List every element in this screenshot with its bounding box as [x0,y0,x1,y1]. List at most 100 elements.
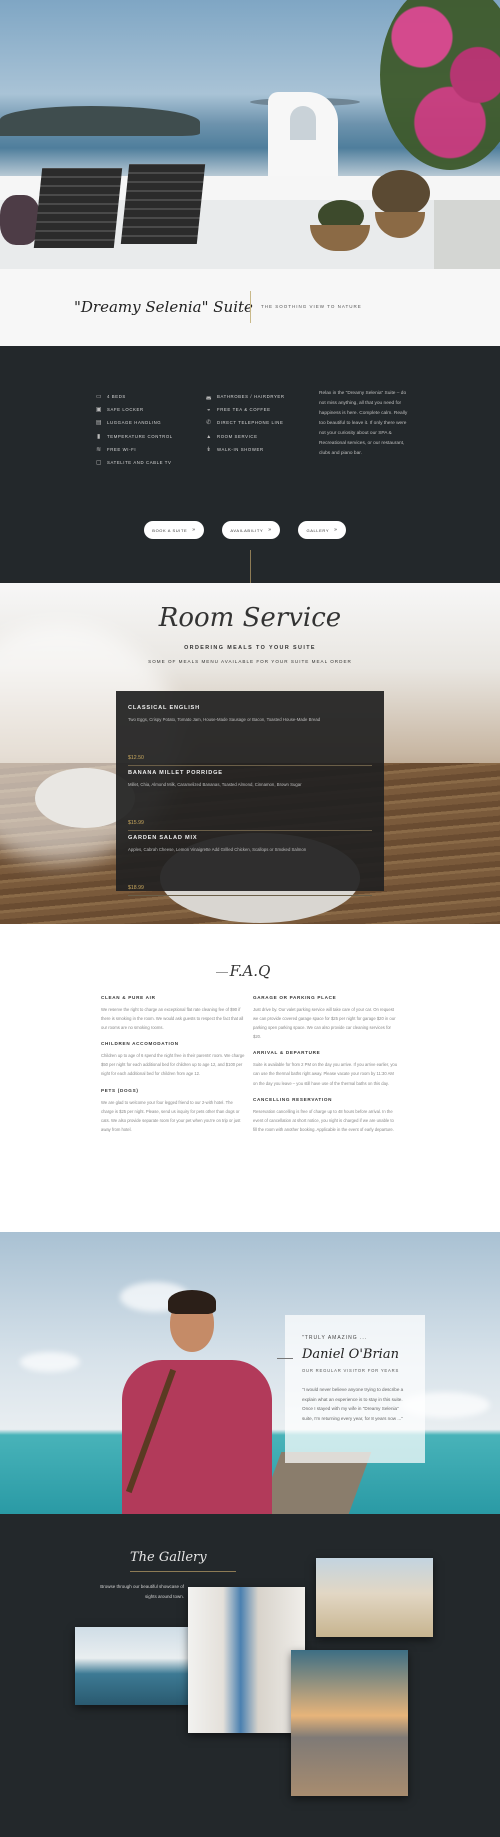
menu-item-price: $18.99 [128,885,144,891]
menu-item: CLASSICAL ENGLISH Two Eggs, Crispy Potat… [128,705,372,766]
testimonial-section: "TRULY AMAZING ... Daniel O'Brian OUR RE… [0,1232,500,1514]
luggage-icon: ▤ [95,420,103,427]
menu-item-description: Two Eggs, Crispy Potato, Tomato Jam, Hou… [128,717,321,722]
coffee-icon: ◒ [206,406,212,413]
amenities-section: ▭ 4 BEDS ▣ SAFE LOCKER ▤ LUGGAGE HANDLING ▮… [0,346,500,583]
testimonial-card: "TRULY AMAZING ... Daniel O'Brian OUR RE… [277,1315,425,1463]
arrow-icon: » [192,527,196,533]
thermometer-icon: ▮ [97,433,101,440]
faq-column-left: CLEAN & PURE AIR We reserve the right to… [101,995,246,1143]
faq-section: F.A.Q CLEAN & PURE AIR We reserve the ri… [0,924,500,1232]
availability-label: AVAILABILITY [230,527,264,533]
arrow-icon: » [334,527,338,533]
meal-menu: CLASSICAL ENGLISH Two Eggs, Crispy Potat… [116,691,384,896]
chair [33,168,123,248]
amenity-item: ✆ DIRECT TELEPHONE LINE [205,416,285,429]
amenity-item: ▤ LUGGAGE HANDLING [95,416,173,429]
page: "Dreamy Selenia" Suite THE SOOTHING VIEW… [0,0,500,1837]
suite-title-bar: "Dreamy Selenia" Suite THE SOOTHING VIEW… [0,269,500,346]
arrow-icon: » [268,527,272,533]
amenity-item: ▢ SATELITE AND CABLE TV [95,456,173,469]
amenity-label: ROOM SERVICE [217,433,258,439]
amenity-item: ▮ TEMPERATURE CONTROL [95,430,173,443]
stone-wall [434,200,500,269]
amenity-item: ▭ 4 BEDS [95,390,173,403]
lock-icon: ▣ [95,407,103,414]
menu-item-description: Millet, Chia, Almond Milk, Caramelized B… [128,782,302,787]
amenity-label: SATELITE AND CABLE TV [107,460,172,466]
faq-title: F.A.Q [229,962,271,980]
amenity-label: 4 BEDS [107,394,126,400]
phone-icon: ✆ [206,420,212,427]
menu-item-description: Apples, Cabrah Cheese, Lemon Vinaigrette… [128,847,307,852]
amenity-label: FREE TEA & COFFEE [217,407,271,413]
faq-column-right: GARAGE OR PARKING PLACE Just drive by. O… [253,995,398,1143]
wifi-icon: ≋ [96,446,102,453]
amenity-item: ≋ FREE WI-FI [95,443,173,456]
gallery-photo-temple[interactable] [316,1558,433,1637]
tv-icon: ▢ [95,460,103,467]
faq-question: CLEAN & PURE AIR [101,995,156,1000]
amenity-label: WALK-IN SHOWER [217,446,264,452]
testimonial-name: Daniel O'Brian [302,1347,399,1362]
faq-answer: We reserve the right to charge an except… [101,1007,244,1031]
menu-item-name: GARDEN SALAD MIX [128,835,198,841]
faq-question: CHILDREN ACCOMODATION [101,1041,179,1047]
book-suite-label: BOOK A SUITE [152,527,188,533]
gallery-text: Browse through our beautiful showcase of… [100,1584,184,1599]
menu-item-name: CLASSICAL ENGLISH [128,705,200,711]
suite-description: Relax in the "Dreamy Selenia" Suite – do… [319,391,408,456]
availability-button[interactable]: AVAILABILITY » [222,521,280,539]
bell-icon: ▴ [207,433,211,440]
hair [168,1290,216,1314]
room-service-subheading: ORDERING MEALS TO YOUR SUITE [184,645,316,651]
chair [120,164,206,244]
amenity-label: BATHROBES / HAIRDRYER [217,394,285,400]
faq-answer: We are glad to welcome your four legged … [101,1099,241,1132]
testimonial-role: OUR REGULAR VISITOR FOR YEARS [302,1368,400,1373]
book-suite-button[interactable]: BOOK A SUITE » [144,521,204,539]
amenity-item: ◛ BATHROBES / HAIRDRYER [205,390,285,403]
suite-title: "Dreamy Selenia" Suite [74,298,253,316]
amenity-label: DIRECT TELEPHONE LINE [217,420,284,426]
amenities-list-left: ▭ 4 BEDS ▣ SAFE LOCKER ▤ LUGGAGE HANDLING ▮… [95,390,173,469]
amenity-label: FREE WI-FI [107,446,137,452]
amenity-label: SAFE LOCKER [107,407,144,413]
hero-image [0,0,500,269]
bath-icon: ◛ [205,394,213,401]
faq-answer: Suite is available for from 2 PM on the … [253,1062,398,1086]
bed-icon: ▭ [95,394,103,401]
amenity-label: TEMPERATURE CONTROL [107,433,173,439]
gallery-label: GALLERY [306,527,330,533]
faq-question: GARAGE OR PARKING PLACE [253,995,337,1000]
name-dash [277,1358,293,1359]
amenity-item: ◒ FREE TEA & COFFEE [205,403,285,416]
guest-photo [108,1268,272,1514]
testimonial-eyebrow: "TRULY AMAZING ... [302,1335,368,1341]
menu-item-price: $15.99 [128,820,144,826]
menu-item-name: BANANA MILLET PORRIDGE [128,770,223,776]
menu-item: GARDEN SALAD MIX Apples, Cabrah Cheese, … [128,835,372,896]
gallery-button[interactable]: GALLERY » [298,521,346,539]
cloud [20,1352,80,1372]
gallery-photo-boat[interactable] [75,1627,191,1705]
faq-question: PETS (DOGS) [101,1087,139,1093]
amenity-item: ↡ WALK-IN SHOWER [205,443,285,456]
title-divider [250,291,251,323]
menu-item-price: $12.50 [128,755,144,761]
faq-question: CANCELLING RESERVATION [253,1096,333,1102]
plant [372,170,430,216]
gallery-photo-pier[interactable] [291,1650,408,1796]
room-service-caption: SOME OF MEALS MENU AVAILABLE FOR YOUR SU… [148,659,352,664]
faq-answer: Reservation cancelling is free of charge… [253,1108,394,1132]
menu-item: BANANA MILLET PORRIDGE Millet, Chia, Alm… [128,770,372,831]
bougainvillea-flowers [380,0,500,170]
gallery-photo-street[interactable] [188,1587,305,1733]
faq-question: ARRIVAL & DEPARTURE [253,1050,321,1056]
amenity-label: LUGGAGE HANDLING [107,420,162,426]
island [0,106,200,136]
gallery-section: The Gallery Browse through our beautiful… [0,1514,500,1837]
amenity-item: ▣ SAFE LOCKER [95,403,173,416]
suite-tagline: THE SOOTHING VIEW TO NATURE [261,304,362,309]
section-connector-line [250,550,251,583]
